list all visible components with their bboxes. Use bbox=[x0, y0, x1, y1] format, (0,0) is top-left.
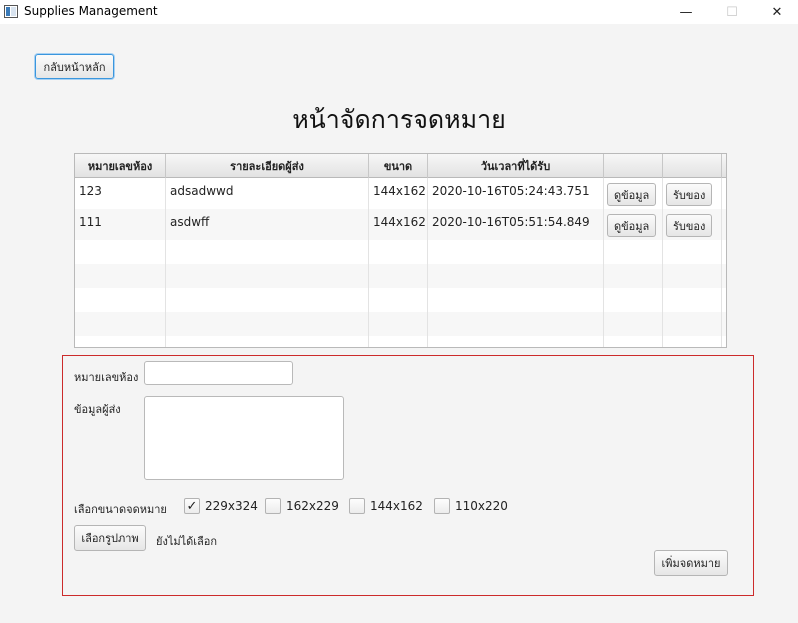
table-row[interactable]: 111 asdwff 144x162 2020-10-16T05:51:54.8… bbox=[75, 209, 726, 240]
table-row[interactable]: 123 adsadwwd 144x162 2020-10-16T05:24:43… bbox=[75, 178, 726, 209]
header-view-action[interactable] bbox=[604, 154, 663, 178]
sender-label: ข้อมูลผู้ส่ง bbox=[74, 403, 121, 416]
size-option-label: 229x324 bbox=[205, 499, 258, 513]
size-option-label: 162x229 bbox=[286, 499, 339, 513]
header-received[interactable]: วันเวลาที่ได้รับ bbox=[428, 154, 604, 178]
size-checkbox-162x229[interactable] bbox=[265, 498, 281, 514]
cell-room: 111 bbox=[75, 209, 166, 240]
mail-table: หมายเลขห้อง รายละเอียดผู้ส่ง ขนาด วันเวล… bbox=[74, 153, 727, 348]
minimize-icon[interactable]: — bbox=[663, 0, 709, 24]
cell-room: 123 bbox=[75, 178, 166, 209]
page-title: หน้าจัดการจดหมาย bbox=[292, 105, 506, 134]
size-checkbox-229x324[interactable]: ✓ bbox=[184, 498, 200, 514]
cell-received: 2020-10-16T05:51:54.849 bbox=[428, 209, 604, 240]
cell-receive: รับของ bbox=[663, 209, 722, 240]
size-option-label: 144x162 bbox=[370, 499, 423, 513]
header-sender[interactable]: รายละเอียดผู้ส่ง bbox=[166, 154, 369, 178]
receive-item-button[interactable]: รับของ bbox=[666, 183, 713, 206]
app-icon bbox=[4, 5, 18, 18]
empty-row bbox=[75, 288, 726, 312]
cell-size: 144x162 bbox=[369, 178, 428, 209]
receive-item-button[interactable]: รับของ bbox=[666, 214, 713, 237]
cell-received: 2020-10-16T05:24:43.751 bbox=[428, 178, 604, 209]
maximize-icon[interactable]: ☐ bbox=[709, 0, 755, 24]
cell-view: ดูข้อมูล bbox=[604, 178, 663, 209]
header-size[interactable]: ขนาด bbox=[369, 154, 428, 178]
cell-size: 144x162 bbox=[369, 209, 428, 240]
table-header: หมายเลขห้อง รายละเอียดผู้ส่ง ขนาด วันเวล… bbox=[75, 154, 726, 178]
size-label: เลือกขนาดจดหมาย bbox=[74, 503, 167, 516]
empty-row bbox=[75, 264, 726, 288]
image-status-text: ยังไม่ได้เลือก bbox=[156, 535, 218, 548]
sender-textarea[interactable] bbox=[144, 396, 344, 480]
empty-row bbox=[75, 336, 726, 347]
size-checkbox-110x220[interactable] bbox=[434, 498, 450, 514]
cell-sender: asdwff bbox=[166, 209, 369, 240]
choose-image-button[interactable]: เลือกรูปภาพ bbox=[74, 525, 146, 551]
size-checkbox-144x162[interactable] bbox=[349, 498, 365, 514]
header-room[interactable]: หมายเลขห้อง bbox=[75, 154, 166, 178]
view-info-button[interactable]: ดูข้อมูล bbox=[607, 214, 657, 237]
empty-row bbox=[75, 240, 726, 264]
room-label: หมายเลขห้อง bbox=[74, 371, 139, 384]
size-option-label: 110x220 bbox=[455, 499, 508, 513]
room-input[interactable] bbox=[144, 361, 293, 385]
add-mail-button[interactable]: เพิ่มจดหมาย bbox=[654, 550, 728, 576]
back-to-main-button[interactable]: กลับหน้าหลัก bbox=[35, 54, 114, 79]
close-icon[interactable]: ✕ bbox=[754, 0, 798, 24]
cell-sender: adsadwwd bbox=[166, 178, 369, 209]
header-receive-action[interactable] bbox=[663, 154, 722, 178]
empty-row bbox=[75, 312, 726, 336]
window-title: Supplies Management bbox=[24, 4, 158, 18]
view-info-button[interactable]: ดูข้อมูล bbox=[607, 183, 657, 206]
cell-view: ดูข้อมูล bbox=[604, 209, 663, 240]
window-titlebar: Supplies Management — ☐ ✕ bbox=[0, 0, 798, 24]
check-icon: ✓ bbox=[186, 498, 198, 514]
cell-receive: รับของ bbox=[663, 178, 722, 209]
